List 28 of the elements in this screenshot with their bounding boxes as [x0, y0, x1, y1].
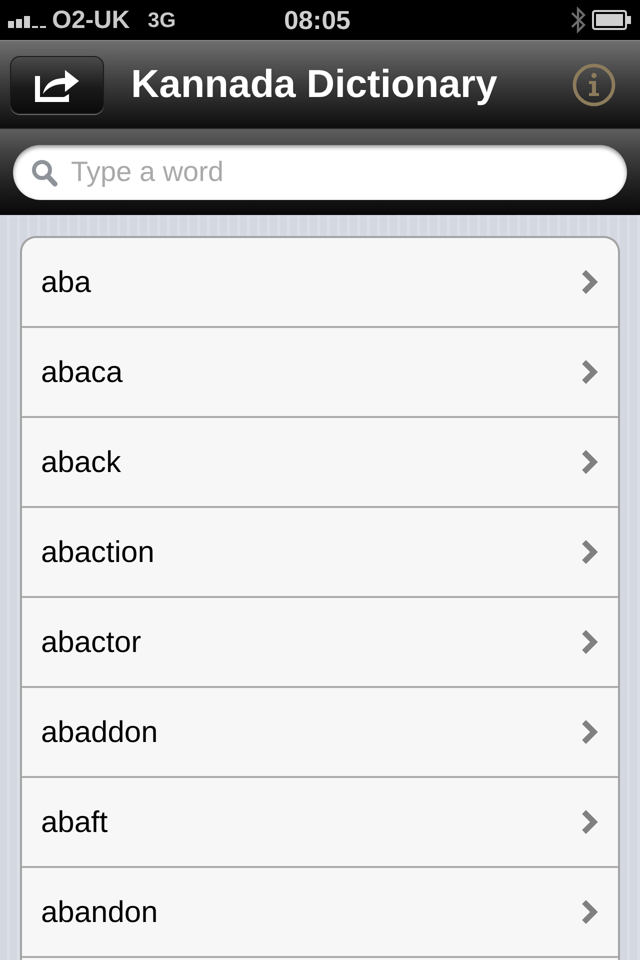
app-title: Kannada Dictionary — [131, 65, 498, 104]
word-row[interactable]: aba — [22, 238, 618, 328]
chevron-icon — [581, 359, 598, 385]
chevron-icon — [581, 899, 598, 925]
word-row[interactable]: abaca — [22, 328, 618, 418]
chevron-icon — [581, 449, 598, 475]
word-row[interactable]: aback — [22, 418, 618, 508]
bluetooth-icon — [570, 4, 586, 36]
network-type: 3G — [148, 10, 176, 30]
signal-strength-icon — [8, 16, 46, 28]
chevron-icon — [581, 269, 598, 295]
word-row[interactable]: abactor — [22, 598, 618, 688]
chevron-icon — [581, 809, 598, 835]
carrier-name: O2-UK — [52, 8, 130, 32]
info-button[interactable] — [572, 62, 616, 106]
word-row[interactable]: abandon — [22, 868, 618, 958]
word-row[interactable]: abaddon — [22, 688, 618, 778]
search-icon — [31, 158, 58, 186]
chevron-icon — [581, 719, 598, 745]
word-row[interactable]: abaft — [22, 778, 618, 868]
chevron-icon — [581, 539, 598, 565]
info-icon — [572, 62, 616, 106]
word-row[interactable]: abaction — [22, 508, 618, 598]
search-field[interactable]: Type a word — [13, 144, 627, 200]
chevron-icon — [581, 629, 598, 655]
clock-time: 08:05 — [284, 7, 350, 33]
battery-icon — [592, 10, 632, 30]
share-button[interactable] — [10, 56, 104, 114]
